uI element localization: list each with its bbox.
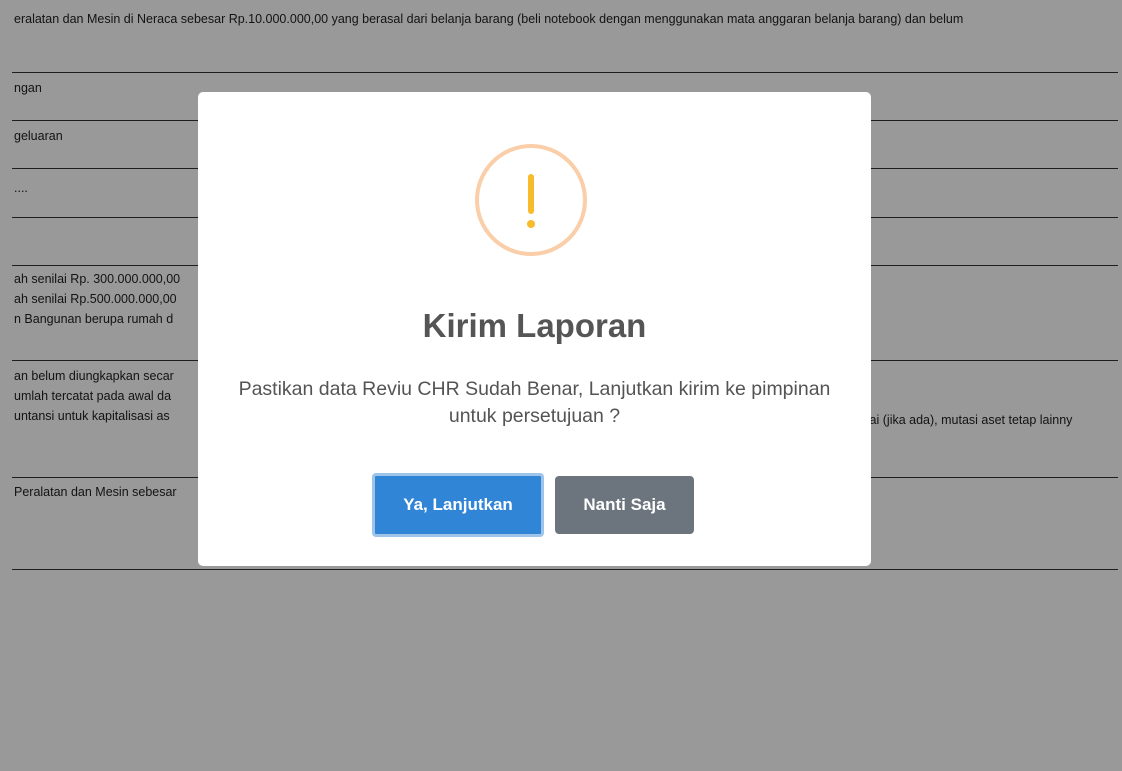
cancel-button[interactable]: Nanti Saja [555,476,694,534]
page: eralatan dan Mesin di Neraca sebesar Rp.… [0,0,1122,771]
confirm-dialog: Kirim Laporan Pastikan data Reviu CHR Su… [198,92,871,566]
exclamation-dot [527,220,535,228]
dialog-message: Pastikan data Reviu CHR Sudah Benar, Lan… [238,378,831,427]
confirm-button[interactable]: Ya, Lanjutkan [372,473,544,537]
warning-exclamation-icon [475,144,587,256]
exclamation-bar [528,174,534,214]
dialog-title: Kirim Laporan [422,307,647,344]
